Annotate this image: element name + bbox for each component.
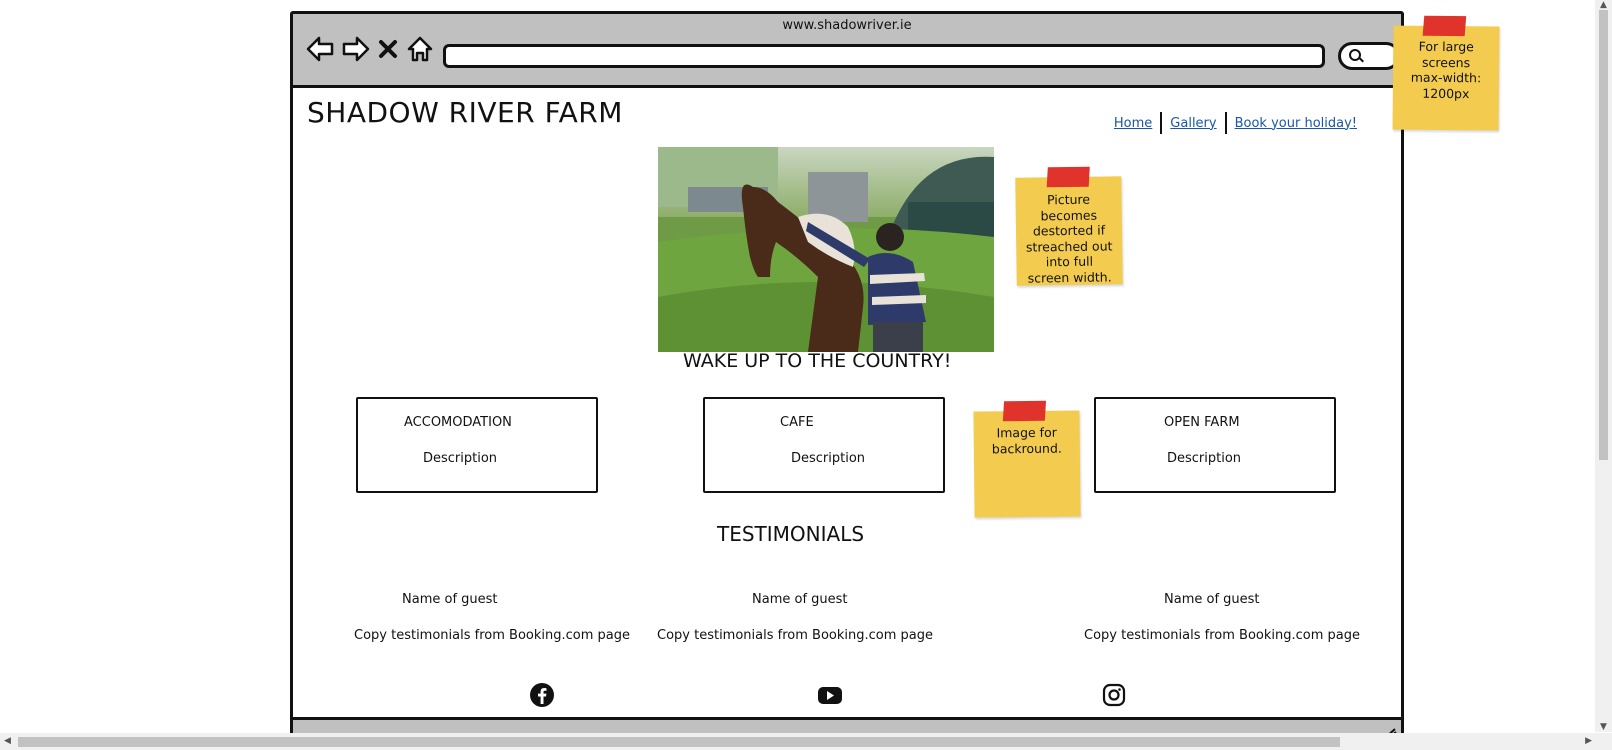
card-title: OPEN FARM — [1164, 415, 1240, 430]
youtube-icon[interactable] — [816, 682, 844, 708]
scroll-right-icon[interactable]: ▶ — [1585, 736, 1592, 746]
card-accomodation[interactable]: ACCOMODATION Description — [356, 397, 598, 493]
nav-gallery-link[interactable]: Gallery — [1162, 116, 1224, 131]
note-text: For large screens max-width: 1200px — [1410, 38, 1482, 101]
browser-chrome: www.shadowriver.ie — [293, 14, 1401, 88]
hero-image — [658, 147, 994, 352]
hero-tagline: WAKE UP TO THE COUNTRY! — [683, 350, 952, 372]
card-description: Description — [791, 451, 866, 466]
card-title: ACCOMODATION — [404, 415, 512, 430]
testimonial-name: Name of guest — [752, 592, 848, 607]
testimonial-text: Copy testimonials from Booking.com page — [1084, 628, 1360, 643]
testimonial-text: Copy testimonials from Booking.com page — [354, 628, 630, 643]
sticky-note-picture: Picture becomes destorted if streached o… — [1015, 166, 1123, 286]
home-icon[interactable] — [405, 34, 435, 64]
horizontal-scrollbar[interactable]: ◀ ▶ — [0, 733, 1612, 750]
scroll-left-icon[interactable]: ◀ — [4, 736, 11, 746]
scroll-up-icon[interactable]: ▲ — [1600, 0, 1607, 10]
card-open-farm[interactable]: OPEN FARM Description — [1094, 397, 1336, 493]
url-text: www.shadowriver.ie — [782, 18, 912, 33]
search-icon — [1349, 49, 1361, 61]
testimonial-name: Name of guest — [402, 592, 498, 607]
site-title: SHADOW RIVER FARM — [307, 96, 623, 129]
address-bar[interactable] — [443, 44, 1325, 68]
scroll-down-icon[interactable]: ▼ — [1600, 722, 1607, 732]
scroll-thumb[interactable] — [18, 737, 1340, 747]
facebook-icon[interactable] — [529, 682, 555, 708]
testimonial-name: Name of guest — [1164, 592, 1260, 607]
search-box[interactable] — [1338, 42, 1400, 70]
vertical-scrollbar[interactable]: ▲ ▼ — [1595, 0, 1612, 732]
note-text: Image for backround. — [991, 424, 1062, 456]
card-description: Description — [1167, 451, 1242, 466]
scroll-thumb[interactable] — [1599, 10, 1608, 460]
instagram-icon[interactable] — [1101, 682, 1127, 708]
close-x-icon[interactable] — [377, 34, 399, 64]
card-description: Description — [423, 451, 498, 466]
forward-arrow-icon[interactable] — [341, 34, 371, 64]
nav-home-link[interactable]: Home — [1106, 116, 1160, 131]
card-title: CAFE — [780, 415, 814, 430]
testimonials-heading: TESTIMONIALS — [717, 522, 865, 546]
sticky-note-large-screens: For large screens max-width: 1200px — [1392, 15, 1500, 131]
nav-book-link[interactable]: Book your holiday! — [1227, 116, 1365, 131]
back-arrow-icon[interactable] — [305, 34, 335, 64]
note-text: Picture becomes destorted if streached o… — [1025, 191, 1113, 286]
sticky-note-background: Image for backround. — [973, 400, 1081, 518]
main-nav: Home Gallery Book your holiday! — [1106, 112, 1365, 134]
card-cafe[interactable]: CAFE Description — [703, 397, 945, 493]
browser-frame: www.shadowriver.ie SHADOW RIVER FARM Hom… — [290, 11, 1404, 741]
testimonial-text: Copy testimonials from Booking.com page — [657, 628, 933, 643]
